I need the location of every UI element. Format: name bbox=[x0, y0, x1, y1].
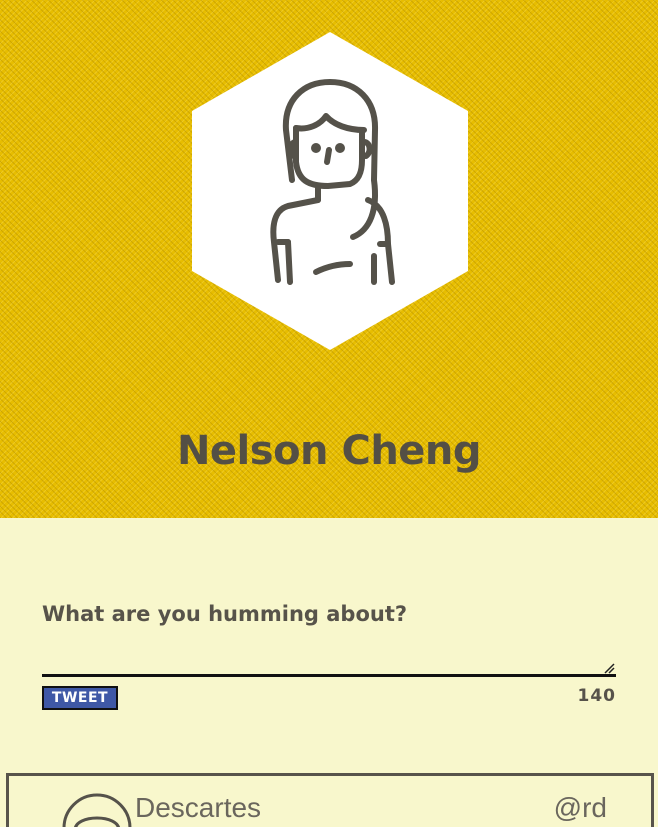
person-avatar-icon bbox=[62, 793, 132, 827]
composer-prompt: What are you humming about? bbox=[42, 602, 408, 626]
feed-item-name[interactable]: Descartes bbox=[135, 792, 261, 824]
feed-item-handle[interactable]: @rd bbox=[554, 792, 607, 824]
resize-grip-icon[interactable] bbox=[603, 662, 615, 674]
tweet-input[interactable] bbox=[42, 640, 616, 677]
profile-avatar bbox=[192, 32, 468, 350]
tweet-button[interactable]: TWEET bbox=[42, 686, 118, 710]
character-count: 140 bbox=[577, 686, 616, 706]
profile-header: Nelson Cheng bbox=[0, 0, 658, 518]
feed-item[interactable]: Descartes @rd bbox=[6, 773, 654, 827]
profile-name: Nelson Cheng bbox=[176, 428, 482, 474]
